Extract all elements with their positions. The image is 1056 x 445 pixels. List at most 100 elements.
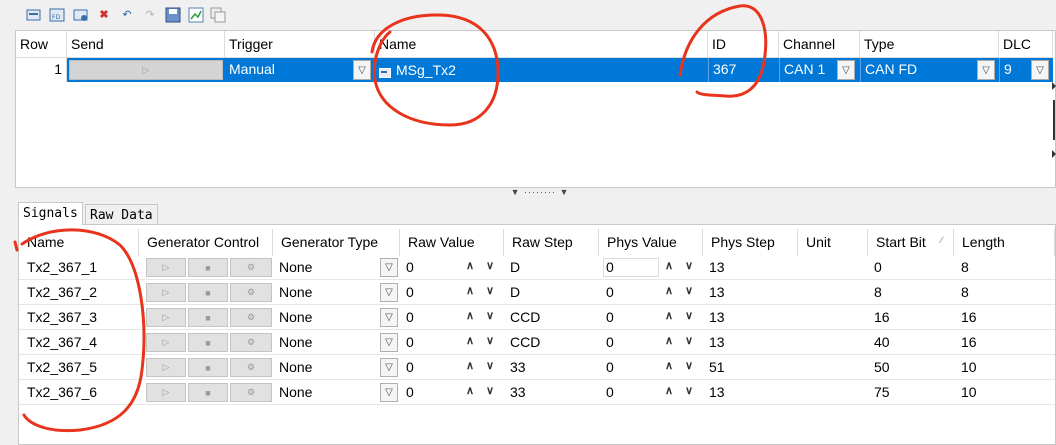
phys-step[interactable]: 13: [709, 309, 725, 325]
raw-value-down-icon[interactable]: ∨: [486, 309, 494, 322]
generator-stop-button[interactable]: ■: [188, 283, 228, 302]
column-header-generator-type[interactable]: Generator Type: [273, 229, 400, 256]
raw-step[interactable]: 33: [510, 359, 526, 375]
signal-row[interactable]: Tx2_367_4 ▷ ■ ⚙ None ▽ 0 ∧ ∨ CCD 0 ∧ ∨ 13 40 16: [19, 330, 1055, 355]
tab-raw-data[interactable]: Raw Data: [85, 204, 158, 224]
raw-value-down-icon[interactable]: ∨: [486, 334, 494, 347]
generator-type-dropdown-icon[interactable]: ▽: [380, 383, 398, 402]
phys-value[interactable]: 0: [606, 284, 614, 300]
raw-value[interactable]: 0: [406, 359, 414, 375]
column-header-length[interactable]: Length: [954, 229, 1055, 256]
raw-step[interactable]: D: [510, 259, 520, 275]
generator-stop-button[interactable]: ■: [188, 258, 228, 277]
generator-type-dropdown-icon[interactable]: ▽: [380, 308, 398, 327]
phys-value-up-icon[interactable]: ∧: [665, 334, 673, 347]
generator-play-button[interactable]: ▷: [146, 308, 186, 327]
column-header-raw-step[interactable]: Raw Step: [504, 229, 599, 256]
phys-value-up-icon[interactable]: ∧: [665, 309, 673, 322]
raw-value-up-icon[interactable]: ∧: [466, 259, 474, 272]
phys-value-down-icon[interactable]: ∨: [685, 384, 693, 397]
new-message-icon[interactable]: [26, 7, 42, 23]
signal-row[interactable]: Tx2_367_3 ▷ ■ ⚙ None ▽ 0 ∧ ∨ CCD 0 ∧ ∨ 13 16 16: [19, 305, 1055, 330]
generator-type-dropdown-icon[interactable]: ▽: [380, 358, 398, 377]
dlc-dropdown-icon[interactable]: ▽: [1031, 60, 1049, 80]
generator-type-value[interactable]: None: [279, 384, 312, 400]
raw-value[interactable]: 0: [406, 284, 414, 300]
column-header-start-bit[interactable]: Start Bit ⁄: [868, 229, 954, 256]
send-button[interactable]: ▷: [69, 60, 223, 80]
raw-value[interactable]: 0: [406, 309, 414, 325]
signal-row[interactable]: Tx2_367_1 ▷ ■ ⚙ None ▽ 0 ∧ ∨ D 0 ∧ ∨ 13 0 8: [19, 255, 1055, 280]
phys-value[interactable]: 0: [606, 359, 614, 375]
generator-settings-button[interactable]: ⚙: [230, 258, 272, 277]
phys-value-down-icon[interactable]: ∨: [685, 284, 693, 297]
column-header-name[interactable]: Name: [375, 31, 708, 58]
raw-value-down-icon[interactable]: ∨: [486, 359, 494, 372]
new-fd-message-icon[interactable]: FD: [49, 7, 65, 23]
raw-value-up-icon[interactable]: ∧: [466, 359, 474, 372]
column-header-id[interactable]: ID: [708, 31, 779, 58]
undo-icon[interactable]: ↶: [119, 7, 135, 23]
generator-type-value[interactable]: None: [279, 284, 312, 300]
raw-step[interactable]: CCD: [510, 334, 540, 350]
tab-signals[interactable]: Signals: [18, 202, 83, 225]
chart-icon[interactable]: [188, 7, 204, 23]
trigger-dropdown-icon[interactable]: ▽: [353, 60, 371, 80]
phys-step[interactable]: 13: [709, 334, 725, 350]
signal-row[interactable]: Tx2_367_2 ▷ ■ ⚙ None ▽ 0 ∧ ∨ D 0 ∧ ∨ 13 8 8: [19, 280, 1055, 305]
vertical-splitter-handle[interactable]: [1052, 80, 1056, 160]
phys-value-up-icon[interactable]: ∧: [665, 359, 673, 372]
generator-type-value[interactable]: None: [279, 259, 312, 275]
raw-value[interactable]: 0: [406, 334, 414, 350]
generator-type-dropdown-icon[interactable]: ▽: [380, 333, 398, 352]
column-header-phys-step[interactable]: Phys Step: [703, 229, 798, 256]
save-icon[interactable]: [165, 7, 181, 23]
redo-icon[interactable]: ↷: [142, 7, 158, 23]
raw-value-up-icon[interactable]: ∧: [466, 334, 474, 347]
phys-value-up-icon[interactable]: ∧: [665, 259, 673, 272]
generator-play-button[interactable]: ▷: [146, 383, 186, 402]
phys-value-down-icon[interactable]: ∨: [685, 334, 693, 347]
generator-settings-button[interactable]: ⚙: [230, 333, 272, 352]
raw-step[interactable]: CCD: [510, 309, 540, 325]
column-header-send[interactable]: Send: [67, 31, 225, 58]
column-header-name[interactable]: Name: [19, 229, 139, 256]
phys-step[interactable]: 51: [709, 359, 725, 375]
raw-value-up-icon[interactable]: ∧: [466, 309, 474, 322]
raw-value-down-icon[interactable]: ∨: [486, 384, 494, 397]
generator-stop-button[interactable]: ■: [188, 383, 228, 402]
column-header-type[interactable]: Type: [860, 31, 999, 58]
phys-step[interactable]: 13: [709, 259, 725, 275]
new-message-alt-icon[interactable]: [73, 7, 89, 23]
copy-icon[interactable]: [210, 7, 226, 23]
generator-type-value[interactable]: None: [279, 309, 312, 325]
signal-row[interactable]: Tx2_367_6 ▷ ■ ⚙ None ▽ 0 ∧ ∨ 33 0 ∧ ∨ 13 75 10: [19, 380, 1055, 405]
column-header-raw-value[interactable]: Raw Value: [400, 229, 504, 256]
generator-play-button[interactable]: ▷: [146, 283, 186, 302]
generator-settings-button[interactable]: ⚙: [230, 283, 272, 302]
column-header-row[interactable]: Row: [16, 31, 67, 58]
generator-settings-button[interactable]: ⚙: [230, 358, 272, 377]
channel-dropdown-icon[interactable]: ▽: [837, 60, 855, 80]
generator-stop-button[interactable]: ■: [188, 358, 228, 377]
generator-play-button[interactable]: ▷: [146, 258, 186, 277]
raw-value-up-icon[interactable]: ∧: [466, 284, 474, 297]
phys-value-down-icon[interactable]: ∨: [685, 359, 693, 372]
generator-type-dropdown-icon[interactable]: ▽: [380, 258, 398, 277]
generator-settings-button[interactable]: ⚙: [230, 308, 272, 327]
phys-value-down-icon[interactable]: ∨: [685, 309, 693, 322]
phys-value[interactable]: 0: [606, 334, 614, 350]
generator-stop-button[interactable]: ■: [188, 333, 228, 352]
phys-step[interactable]: 13: [709, 284, 725, 300]
generator-type-value[interactable]: None: [279, 359, 312, 375]
generator-play-button[interactable]: ▷: [146, 358, 186, 377]
message-id[interactable]: 367: [708, 58, 779, 82]
phys-value-up-icon[interactable]: ∧: [665, 284, 673, 297]
message-row[interactable]: 1 ▷ Manual ▽ MSg_Tx2 367 CAN 1 ▽ CAN FD …: [16, 58, 1053, 82]
raw-value[interactable]: 0: [406, 259, 414, 275]
message-name-cell[interactable]: MSg_Tx2: [375, 58, 708, 82]
signal-row[interactable]: Tx2_367_5 ▷ ■ ⚙ None ▽ 0 ∧ ∨ 33 0 ∧ ∨ 51 50 10: [19, 355, 1055, 380]
phys-step[interactable]: 13: [709, 384, 725, 400]
column-header-unit[interactable]: Unit: [798, 229, 868, 256]
raw-value-up-icon[interactable]: ∧: [466, 384, 474, 397]
